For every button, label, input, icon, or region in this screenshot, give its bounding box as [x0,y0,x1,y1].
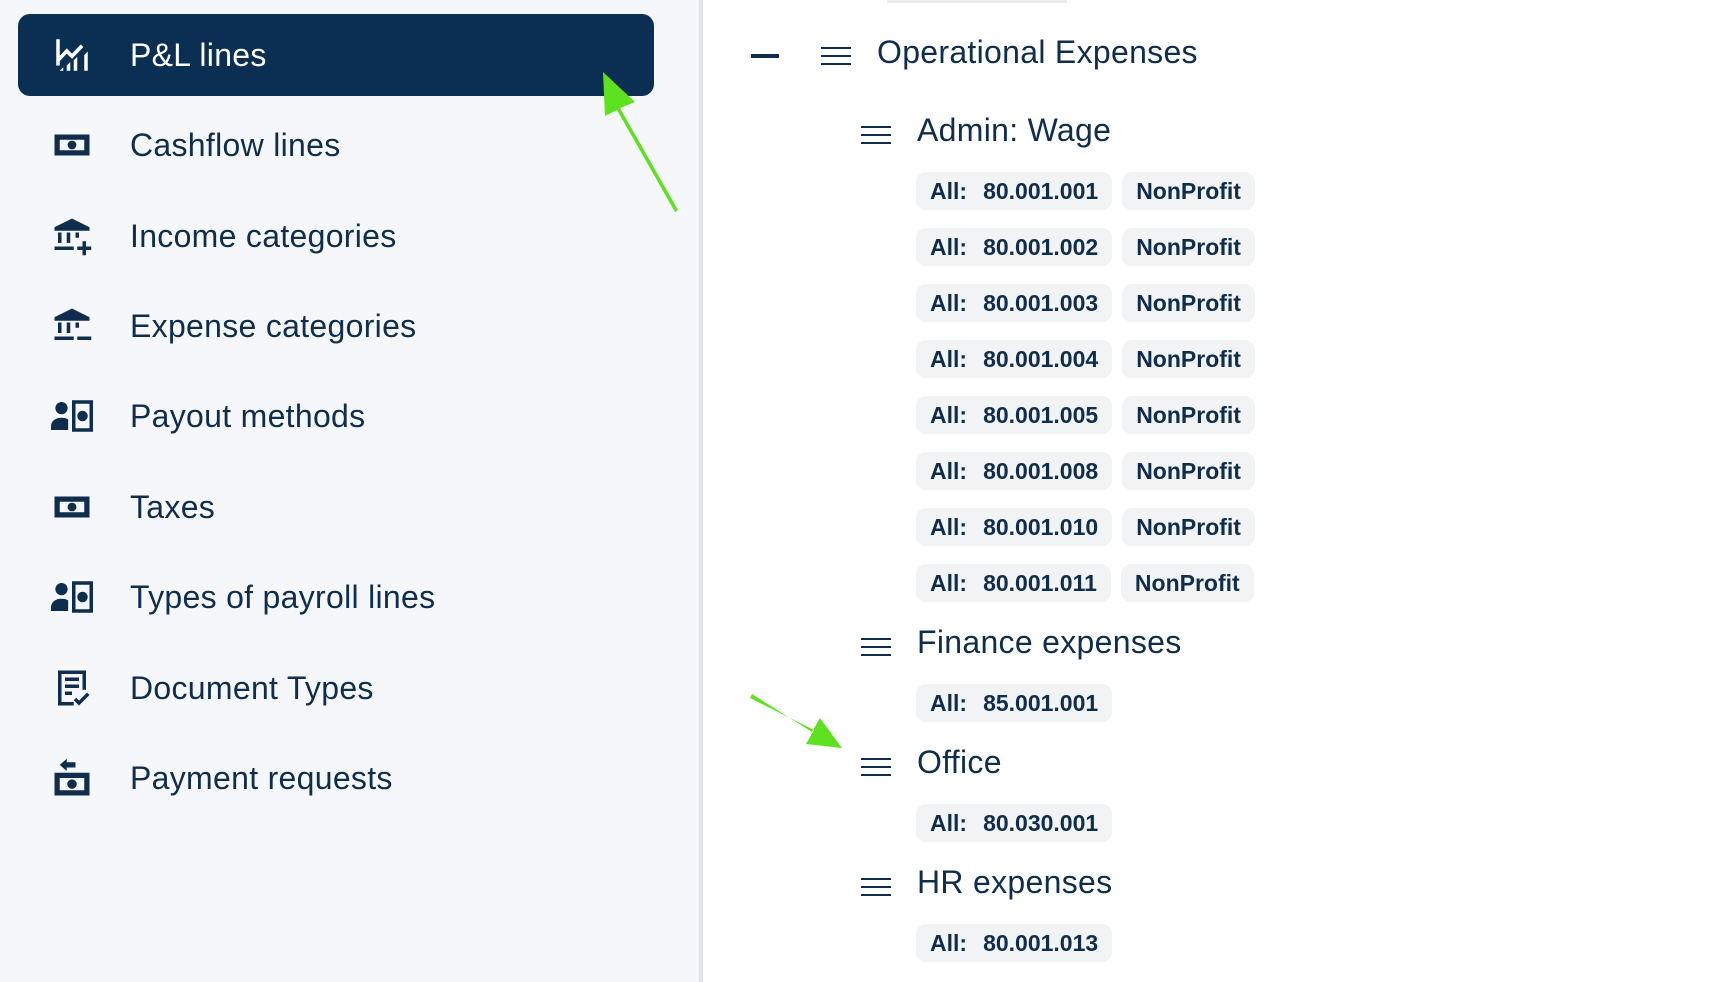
drag-handle-icon[interactable] [861,638,891,656]
tag-chip[interactable]: NonProfit [1122,396,1255,434]
sidebar-item-label: Payout methods [130,398,366,434]
sidebar-item-cashflow-lines[interactable]: Cashflow lines [18,104,654,186]
code-chip[interactable]: All: 80.001.003 [916,284,1113,322]
sidebar-item-document-types[interactable]: Document Types [18,647,654,729]
tag-chip[interactable]: NonProfit [1122,228,1255,266]
tag-chip[interactable]: NonProfit [1122,340,1255,378]
subgroup-title: HR expenses [917,864,1113,900]
code-chip[interactable]: All: 80.001.002 [916,228,1113,266]
code-chip[interactable]: All: 85.001.001 [916,684,1113,722]
cash-icon [50,486,94,528]
tag-chip[interactable]: NonProfit [1122,508,1255,546]
sidebar-item-label: P&L lines [130,37,267,73]
list-item: All: 80.001.013 [916,924,1113,962]
code-chip[interactable]: All: 80.001.011 [916,564,1111,602]
code-chip[interactable]: All: 80.030.001 [916,804,1113,842]
tag-chip[interactable]: NonProfit [1120,564,1254,602]
bank-minus-icon [50,305,94,347]
drag-handle-icon[interactable] [861,126,891,144]
code-chip[interactable]: All: 80.001.005 [916,396,1113,434]
sidebar-item-expense-categories[interactable]: Expense categories [18,285,654,367]
code-chip[interactable]: All: 80.001.013 [916,924,1113,962]
cash-request-icon [50,757,94,799]
list-item: All: 80.001.002 NonProfit [916,228,1255,266]
list-item: All: 80.001.011 NonProfit [916,564,1254,602]
list-item: All: 80.001.001 NonProfit [916,172,1255,210]
tag-chip[interactable]: NonProfit [1122,452,1255,490]
subgroup-title: Finance expenses [917,624,1182,660]
list-item: All: 85.001.001 [916,684,1113,722]
sidebar-item-label: Income categories [130,218,397,254]
list-item: All: 80.030.001 [916,804,1113,842]
sidebar-item-label: Types of payroll lines [130,579,436,615]
subgroup-title: Admin: Wage [917,112,1112,148]
sidebar-item-label: Cashflow lines [130,127,341,163]
list-item: All: 80.001.003 NonProfit [916,284,1255,322]
sidebar-item-income-categories[interactable]: Income categories [18,195,654,277]
sidebar-item-taxes[interactable]: Taxes [18,466,654,548]
drag-handle-icon[interactable] [861,758,891,776]
code-chip[interactable]: All: 80.001.010 [916,508,1113,546]
code-chip[interactable]: All: 80.001.001 [916,172,1113,210]
drag-handle-icon[interactable] [861,878,891,896]
list-item: All: 80.001.008 NonProfit [916,452,1255,490]
document-check-icon [50,667,94,709]
list-item: All: 80.001.004 NonProfit [916,340,1255,378]
bank-plus-icon [50,215,94,257]
sidebar-item-pl-lines[interactable]: P&L lines [18,14,654,96]
drag-handle-icon[interactable] [821,47,851,65]
divider [887,0,1067,3]
tag-chip[interactable]: NonProfit [1122,284,1255,322]
sidebar-item-label: Payment requests [130,760,393,796]
subgroup-title: Office [917,744,1002,780]
tag-chip[interactable]: NonProfit [1122,172,1255,210]
list-item: All: 80.001.010 NonProfit [916,508,1255,546]
chart-trend-icon [50,34,94,76]
sidebar-item-types-of-payroll-lines[interactable]: Types of payroll lines [18,556,654,638]
person-cash-icon [50,395,94,437]
sidebar-item-payout-methods[interactable]: Payout methods [18,375,654,457]
list-item: All: 80.001.005 NonProfit [916,396,1255,434]
code-chip[interactable]: All: 80.001.008 [916,452,1113,490]
code-chip[interactable]: All: 80.001.004 [916,340,1113,378]
group-title: Operational Expenses [877,34,1198,70]
collapse-icon[interactable] [751,54,779,58]
cash-icon [50,124,94,166]
sidebar-item-label: Expense categories [130,308,417,344]
person-cash-icon [50,576,94,618]
sidebar-item-payment-requests[interactable]: Payment requests [18,737,654,819]
main-panel: Operational Expenses Admin: Wage All: 80.… [707,0,1718,982]
sidebar-item-label: Document Types [130,670,374,706]
sidebar-item-label: Taxes [130,489,216,525]
sidebar: P&L lines Cashflow lines Income categori… [0,0,703,982]
